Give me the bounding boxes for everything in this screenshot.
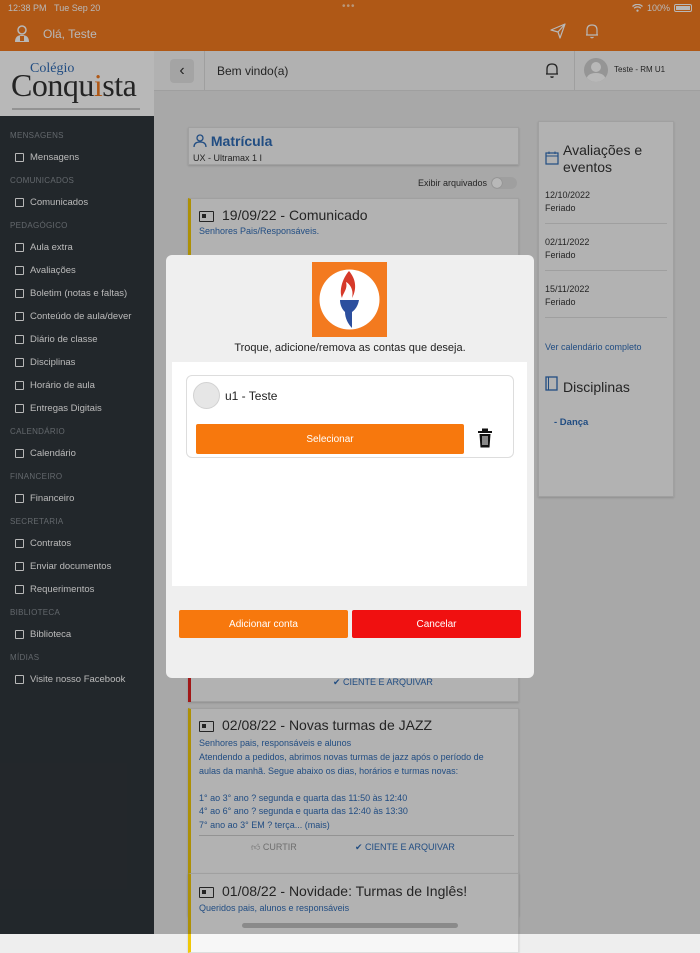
account-modal: Troque, adicione/remova as contas que de…: [166, 255, 534, 678]
account-list: u1 - Teste Selecionar: [172, 362, 527, 586]
cancel-button[interactable]: Cancelar: [352, 610, 521, 638]
avatar: [193, 382, 220, 409]
account-name: u1 - Teste: [225, 389, 278, 403]
modal-prompt: Troque, adicione/remova as contas que de…: [234, 342, 466, 354]
school-torch-logo: [312, 262, 387, 337]
account-item: u1 - Teste Selecionar: [186, 375, 514, 458]
home-indicator[interactable]: [242, 923, 458, 928]
select-account-button[interactable]: Selecionar: [196, 424, 464, 454]
add-account-button[interactable]: Adicionar conta: [179, 610, 348, 638]
trash-icon[interactable]: [477, 428, 493, 448]
